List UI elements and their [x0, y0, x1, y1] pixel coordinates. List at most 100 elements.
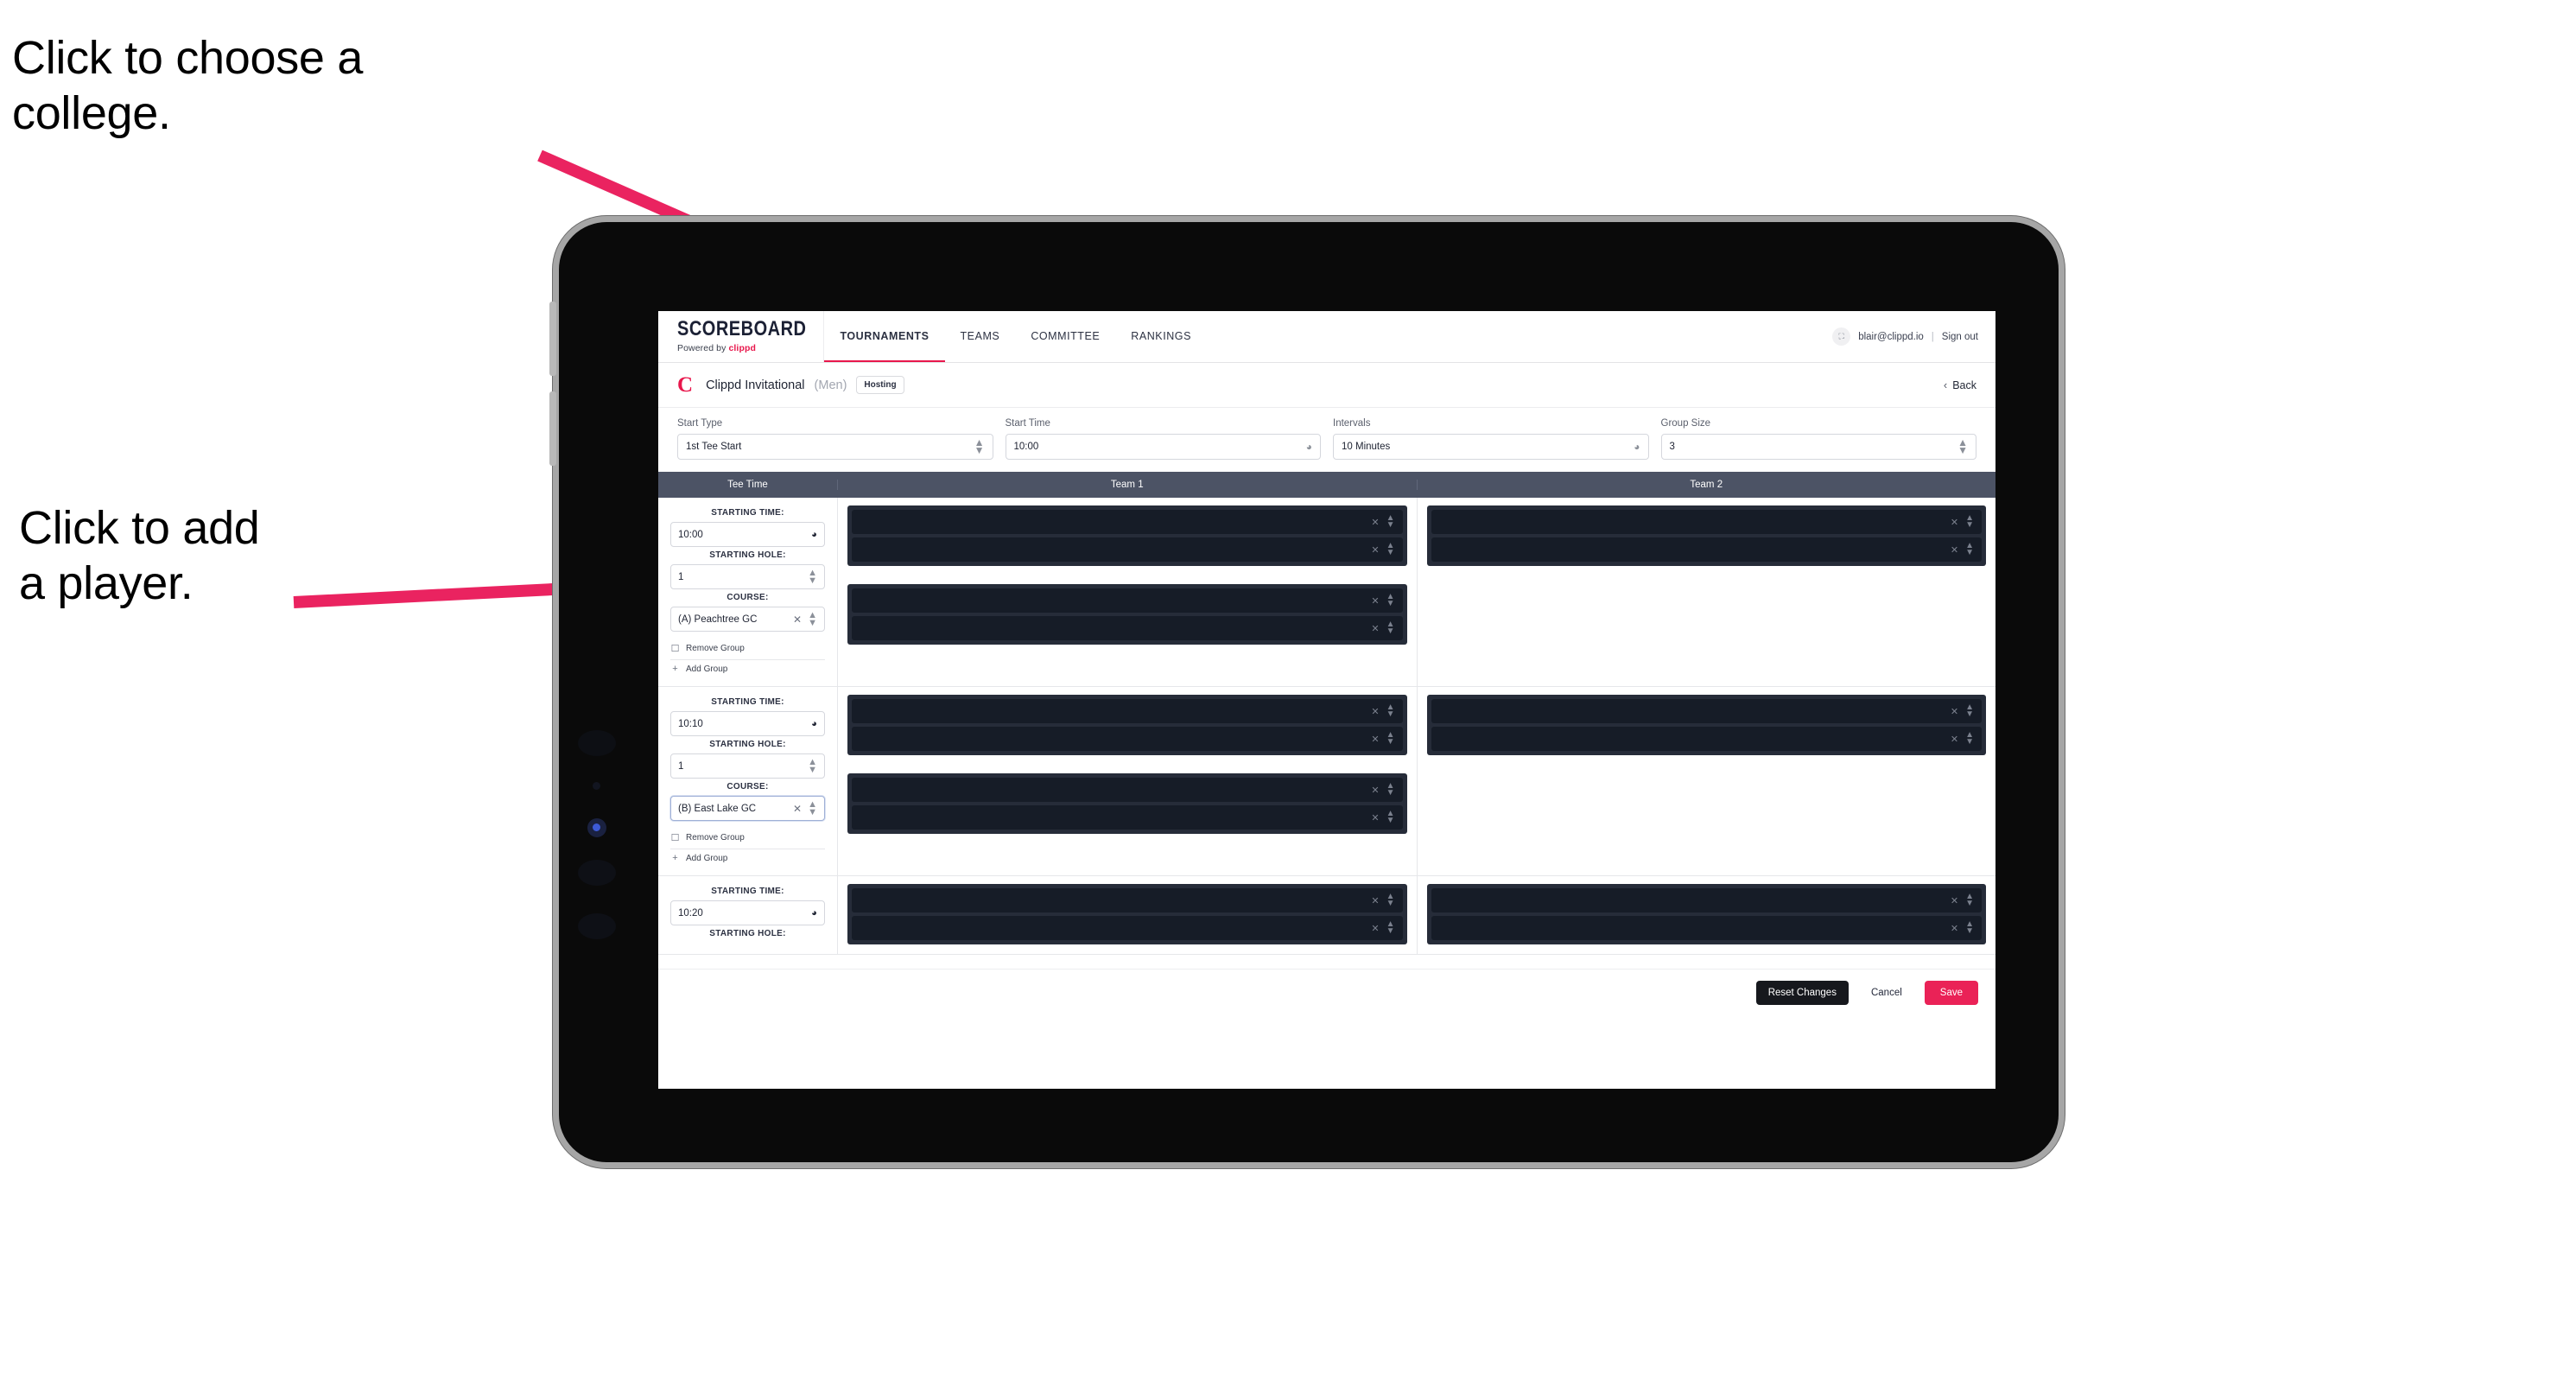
label-course: COURSE:	[726, 782, 769, 792]
player-name-redacted	[860, 727, 1364, 751]
course-select[interactable]: (B) East Lake GC ✕ ▲ ▼	[670, 796, 825, 821]
starting-hole-stepper[interactable]: 1 ▲ ▼	[670, 564, 825, 589]
sign-out-link[interactable]: Sign out	[1942, 332, 1978, 342]
user-card-icon[interactable]: ⛶	[1832, 327, 1851, 346]
starting-hole-stepper[interactable]: 1 ▲ ▼	[670, 753, 825, 779]
group-actions: ☐ Remove Group + Add Group	[670, 639, 825, 677]
intervals-input[interactable]: 10 Minutes ◕	[1333, 434, 1649, 460]
starting-time-input[interactable]: 10:00 ◕	[670, 522, 825, 547]
start-time-input[interactable]: 10:00 ◕	[1005, 434, 1321, 460]
player-group: ✕ ▲ ▼ ✕ ▲ ▼	[847, 884, 1407, 944]
clear-x-icon[interactable]: ✕	[1951, 895, 1958, 906]
trash-icon: ☐	[670, 833, 680, 843]
player-name-redacted	[860, 916, 1364, 940]
volume-down-button[interactable]	[549, 391, 556, 466]
start-type-select[interactable]: 1st Tee Start ▲ ▼	[677, 434, 993, 460]
scoreboard-logo[interactable]: SCOREBOARD Powered by clippd	[658, 311, 825, 362]
player-slot[interactable]: ✕ ▲ ▼	[1431, 537, 1982, 562]
player-group: ✕ ▲ ▼ ✕ ▲ ▼	[1426, 884, 1986, 944]
stepper-icon: ▲ ▼	[1957, 436, 1968, 456]
player-slot[interactable]: ✕ ▲ ▼	[1431, 699, 1982, 723]
tournament-name: Clippd Invitational	[706, 378, 805, 392]
clock-icon: ◕	[811, 718, 817, 729]
back-label: Back	[1952, 378, 1976, 391]
nav-tab-tournaments[interactable]: TOURNAMENTS	[824, 311, 945, 362]
player-slot[interactable]: ✕ ▲ ▼	[1431, 727, 1982, 751]
player-name-redacted	[860, 510, 1364, 534]
intervals-value: 10 Minutes	[1342, 442, 1391, 452]
stepper-icon: ▲ ▼	[808, 567, 817, 586]
clear-x-icon[interactable]: ✕	[793, 803, 802, 815]
player-slot[interactable]: ✕ ▲ ▼	[1431, 888, 1982, 912]
clear-x-icon[interactable]: ✕	[1371, 812, 1379, 823]
brand-tagline: Powered by clippd	[677, 343, 806, 353]
clear-x-icon[interactable]: ✕	[1951, 544, 1958, 556]
clear-x-icon[interactable]: ✕	[1371, 517, 1379, 528]
add-group-button[interactable]: + Add Group	[670, 849, 825, 867]
player-slot[interactable]: ✕ ▲ ▼	[852, 916, 1403, 940]
player-slot[interactable]: ✕ ▲ ▼	[852, 510, 1403, 534]
player-slot[interactable]: ✕ ▲ ▼	[1431, 916, 1982, 940]
player-slot[interactable]: ✕ ▲ ▼	[852, 616, 1403, 640]
player-name-redacted	[1439, 510, 1944, 534]
clear-x-icon[interactable]: ✕	[1371, 623, 1379, 634]
clear-x-icon[interactable]: ✕	[1371, 923, 1379, 934]
volume-up-button[interactable]	[549, 302, 556, 376]
save-button[interactable]: Save	[1924, 981, 1978, 1005]
player-slot[interactable]: ✕ ▲ ▼	[852, 727, 1403, 751]
group-size-stepper[interactable]: 3 ▲ ▼	[1660, 434, 1976, 460]
clear-x-icon[interactable]: ✕	[1371, 785, 1379, 796]
tournament-gender: (Men)	[814, 378, 847, 392]
player-slot[interactable]: ✕ ▲ ▼	[852, 888, 1403, 912]
starting-hole-value: 1	[678, 760, 684, 772]
stepper-icon: ▲ ▼	[1386, 592, 1395, 608]
clear-x-icon[interactable]: ✕	[1371, 734, 1379, 745]
bezel-speaker-icon	[578, 730, 616, 756]
remove-group-label: Remove Group	[686, 833, 745, 842]
team-1-cell: ✕ ▲ ▼ ✕ ▲ ▼	[838, 876, 1418, 954]
course-value: (A) Peachtree GC	[678, 614, 758, 625]
clock-icon: ◕	[811, 907, 817, 919]
starting-time-value: 10:00	[678, 529, 703, 540]
clear-x-icon[interactable]: ✕	[1371, 706, 1379, 717]
clear-x-icon[interactable]: ✕	[1371, 595, 1379, 607]
nav-tab-committee[interactable]: COMMITTEE	[1015, 311, 1115, 362]
clear-x-icon[interactable]: ✕	[1951, 923, 1958, 934]
stepper-icon: ▲ ▼	[1386, 541, 1395, 557]
clear-x-icon[interactable]: ✕	[1951, 734, 1958, 745]
label-starting-time: STARTING TIME:	[711, 887, 784, 896]
clear-x-icon[interactable]: ✕	[793, 614, 802, 626]
cancel-button[interactable]: Cancel	[1859, 981, 1914, 1005]
remove-group-button[interactable]: ☐ Remove Group	[670, 829, 825, 849]
nav-tab-rankings[interactable]: RANKINGS	[1115, 311, 1207, 362]
player-slot[interactable]: ✕ ▲ ▼	[1431, 510, 1982, 534]
table-header: Tee Time Team 1 Team 2	[658, 472, 1995, 498]
add-group-button[interactable]: + Add Group	[670, 660, 825, 677]
course-select[interactable]: (A) Peachtree GC ✕ ▲ ▼	[670, 607, 825, 632]
player-name-redacted	[1439, 916, 1944, 940]
clear-x-icon[interactable]: ✕	[1371, 544, 1379, 556]
field-start-type: Start Type 1st Tee Start ▲ ▼	[677, 418, 993, 460]
clear-x-icon[interactable]: ✕	[1951, 517, 1958, 528]
player-slot[interactable]: ✕ ▲ ▼	[852, 778, 1403, 802]
stepper-icon: ▲ ▼	[1386, 513, 1395, 530]
stepper-icon: ▲ ▼	[1965, 730, 1974, 747]
clear-x-icon[interactable]: ✕	[1951, 706, 1958, 717]
clear-x-icon[interactable]: ✕	[1371, 895, 1379, 906]
starting-time-input[interactable]: 10:10 ◕	[670, 711, 825, 736]
label-start-type: Start Type	[677, 418, 723, 429]
player-slot[interactable]: ✕ ▲ ▼	[852, 537, 1403, 562]
team-1-cell: ✕ ▲ ▼ ✕ ▲ ▼ ✕ ▲ ▼ ✕ ▲ ▼	[838, 498, 1418, 686]
table-row: STARTING TIME: 10:20 ◕ STARTING HOLE: ✕ ▲…	[658, 876, 1995, 955]
player-slot[interactable]: ✕ ▲ ▼	[852, 699, 1403, 723]
player-name-redacted	[860, 805, 1364, 830]
player-slot[interactable]: ✕ ▲ ▼	[852, 805, 1403, 830]
remove-group-button[interactable]: ☐ Remove Group	[670, 639, 825, 660]
tee-time-table-body[interactable]: STARTING TIME: 10:00 ◕ STARTING HOLE: 1 …	[658, 498, 1995, 969]
player-slot[interactable]: ✕ ▲ ▼	[852, 588, 1403, 613]
back-button[interactable]: ‹ Back	[1944, 378, 1976, 391]
player-name-redacted	[1439, 699, 1944, 723]
nav-tab-teams[interactable]: TEAMS	[945, 311, 1016, 362]
starting-time-input[interactable]: 10:20 ◕	[670, 900, 825, 925]
reset-changes-button[interactable]: Reset Changes	[1755, 981, 1849, 1005]
